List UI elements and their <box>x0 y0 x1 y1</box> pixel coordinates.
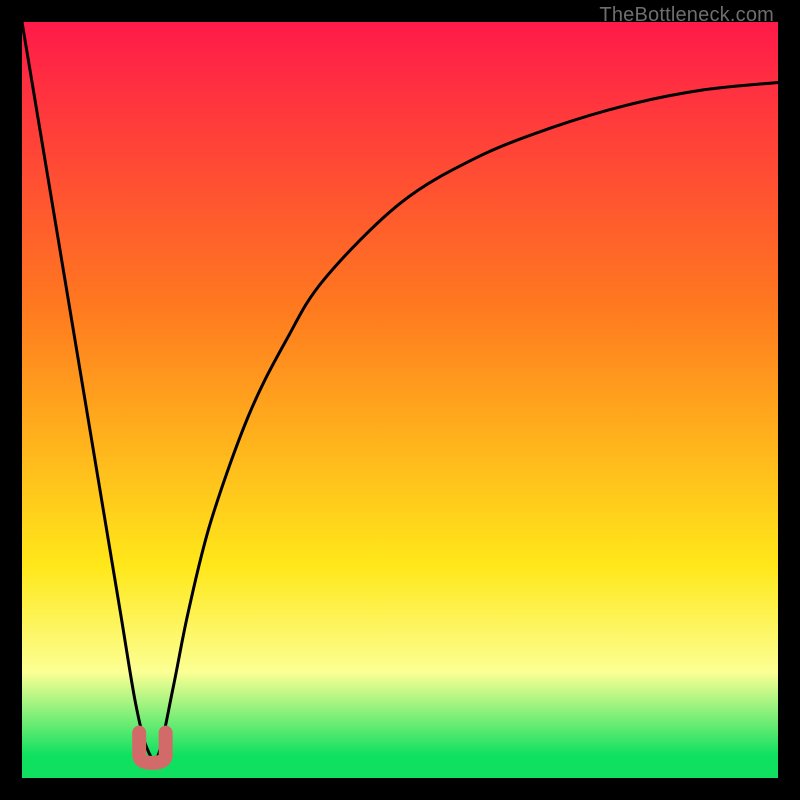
chart-plot-area <box>22 22 778 778</box>
attribution-watermark: TheBottleneck.com <box>599 4 774 27</box>
gradient-background <box>22 22 778 778</box>
bottleneck-chart-svg <box>22 22 778 778</box>
